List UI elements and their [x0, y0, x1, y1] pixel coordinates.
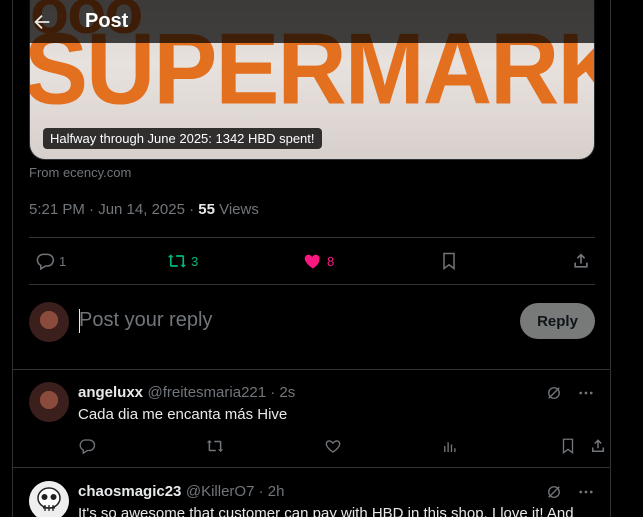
author-handle[interactable]: @KillerO7 · 2h: [186, 483, 285, 500]
author-name[interactable]: angeluxx: [78, 384, 143, 401]
reply-icon: [79, 439, 96, 455]
views-label: Views: [214, 201, 259, 218]
bookmark-button[interactable]: [439, 251, 459, 271]
skull-avatar-icon: [29, 481, 69, 517]
reply-tools: [545, 384, 595, 402]
heart-filled-icon: [304, 254, 320, 269]
reply-count: 1: [59, 253, 67, 269]
reply-header: angeluxx @freitesmaria221 · 2s: [78, 384, 295, 402]
media-source-link[interactable]: From ecency.com: [29, 165, 131, 180]
top-header: Post: [13, 0, 610, 43]
repost-count: 3: [191, 253, 199, 269]
reply-icon: [36, 253, 55, 271]
share-button[interactable]: [571, 251, 591, 271]
repost-icon: [167, 254, 187, 268]
reply-share-button[interactable]: [589, 437, 607, 455]
share-icon: [592, 439, 604, 452]
reply-tools: [545, 483, 595, 501]
reply-text: Cada dia me encanta más Hive: [78, 406, 288, 423]
reply-submit-button[interactable]: Reply: [520, 303, 595, 339]
reply-tweet[interactable]: chaosmagic23 @KillerO7 · 2h It's so awes…: [29, 481, 595, 517]
back-arrow-icon[interactable]: [31, 11, 53, 33]
views-count: 55: [198, 201, 215, 218]
heart-icon: [325, 440, 341, 453]
avatar[interactable]: [29, 302, 69, 342]
bookmark-icon: [443, 252, 455, 270]
repost-icon: [206, 440, 224, 452]
reply-button[interactable]: 1: [35, 251, 66, 271]
reply-comment-button[interactable]: [78, 437, 96, 455]
analytics-icon: [444, 442, 456, 452]
like-count: 8: [327, 253, 335, 269]
post-action-bar: 1 3 8: [29, 238, 595, 284]
reply-repost-button[interactable]: [206, 437, 224, 455]
reply-text: It's so awesome that customer can pay wi…: [78, 505, 574, 517]
like-button[interactable]: 8: [303, 251, 334, 271]
page-title: Post: [85, 10, 129, 32]
avatar[interactable]: [29, 481, 69, 517]
divider: [29, 284, 595, 285]
post-meta: 5:21 PM · Jun 14, 2025 · 55 Views: [29, 201, 259, 218]
divider: [13, 369, 610, 370]
reply-bookmark-button[interactable]: [559, 437, 577, 455]
grok-icon[interactable]: [545, 384, 563, 402]
reply-header: chaosmagic23 @KillerO7 · 2h: [78, 483, 284, 501]
reply-input[interactable]: Post your reply: [79, 309, 212, 332]
reply-tweet[interactable]: angeluxx @freitesmaria221 · 2s Cada dia …: [29, 382, 604, 462]
reply-composer: Post your reply Reply: [29, 300, 595, 344]
share-icon: [574, 253, 588, 268]
post-column: ooo SUPERMARKET Halfway through June 202…: [12, 0, 611, 517]
divider: [13, 467, 610, 468]
reply-like-button[interactable]: [324, 437, 342, 455]
avatar[interactable]: [29, 382, 69, 422]
author-name[interactable]: chaosmagic23: [78, 483, 181, 500]
grok-icon[interactable]: [545, 483, 563, 501]
more-icon[interactable]: [577, 384, 595, 402]
post-timestamp[interactable]: 5:21 PM · Jun 14, 2025 ·: [29, 201, 198, 218]
repost-button[interactable]: 3: [167, 251, 198, 271]
bookmark-icon: [562, 438, 574, 455]
author-handle[interactable]: @freitesmaria221 · 2s: [147, 384, 295, 401]
more-icon[interactable]: [577, 483, 595, 501]
reply-analytics-button[interactable]: [441, 437, 459, 455]
media-caption: Halfway through June 2025: 1342 HBD spen…: [43, 128, 322, 149]
